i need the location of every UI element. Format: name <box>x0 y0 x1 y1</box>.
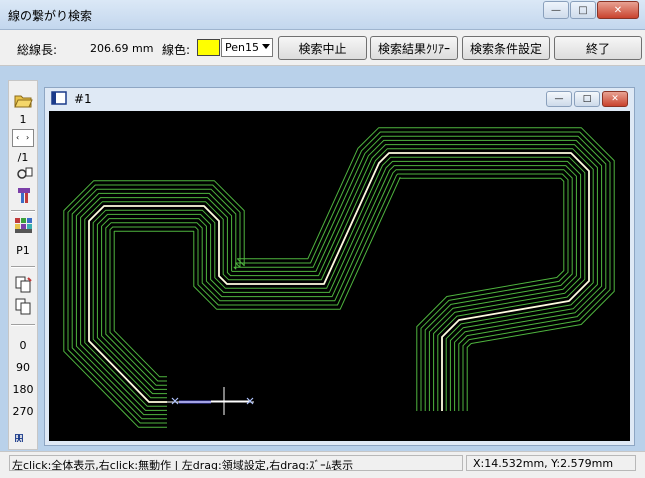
document-controls: — □ ✕ <box>546 91 628 107</box>
pcb-trace <box>75 139 603 416</box>
search-settings-button[interactable]: 検索条件設定 <box>462 36 550 60</box>
open-folder-icon[interactable] <box>14 93 33 109</box>
toolbar-divider <box>11 210 35 212</box>
stop-search-button[interactable]: 検索中止 <box>278 36 367 60</box>
color-swatch[interactable] <box>197 39 220 56</box>
pcb-trace <box>113 177 565 411</box>
toolbar-divider <box>11 266 35 268</box>
rotate-180-button[interactable]: 180 <box>9 383 37 396</box>
close-button[interactable]: ✕ <box>597 1 639 19</box>
toolbar-divider <box>11 324 35 326</box>
left-toolbar: 1 ‹ › /1 P1 0 90 180 270 R R <box>8 80 38 450</box>
trace-canvas[interactable] <box>49 111 630 441</box>
status-coordinates: X:14.532mm, Y:2.579mm <box>466 455 636 471</box>
pen-select[interactable]: Pen15 <box>221 38 273 57</box>
page-total: /1 <box>17 151 29 164</box>
svg-text:R: R <box>16 432 24 445</box>
status-hint: 左click:全体表示,右click:無動作 | 左drag:領域設定,右dra… <box>9 455 463 471</box>
total-length-label: 総線長: <box>17 43 58 57</box>
chevron-left-icon[interactable]: ‹ <box>16 133 19 142</box>
doc-close-button[interactable]: ✕ <box>602 91 628 107</box>
pcb-trace <box>101 165 577 411</box>
clear-results-button[interactable]: 検索結果ｸﾘｱｰ <box>370 36 458 60</box>
layer-select[interactable]: P1 <box>9 244 37 257</box>
search-icon[interactable] <box>15 166 33 182</box>
toolbar: 総線長: 206.69 mm 線色: Pen15 検索中止 検索結果ｸﾘｱｰ 検… <box>0 30 645 66</box>
copy-icon[interactable] <box>14 276 33 293</box>
pen-select-value: Pen15 <box>225 41 259 54</box>
pcb-trace <box>84 148 594 411</box>
document-icon <box>51 91 67 105</box>
chevron-right-icon[interactable]: › <box>26 133 29 142</box>
line-color-label: 線色: <box>162 43 191 57</box>
window-titlebar: 線の繋がり検索 — □ ✕ <box>0 0 645 30</box>
pcb-trace <box>63 127 615 428</box>
maximize-button[interactable]: □ <box>570 1 596 19</box>
document-title: #1 <box>74 92 92 106</box>
rotate-0-button[interactable]: 0 <box>9 339 37 352</box>
pcb-trace <box>67 131 611 424</box>
window-title: 線の繋がり検索 <box>8 9 93 23</box>
pcb-trace <box>92 156 586 411</box>
minimize-button[interactable]: — <box>543 1 569 19</box>
doc-minimize-button[interactable]: — <box>546 91 572 107</box>
total-length-value: 206.69 mm <box>90 42 154 55</box>
mirror-icon[interactable]: R R <box>13 431 35 445</box>
page-spinner[interactable]: ‹ › <box>12 129 34 147</box>
exit-button[interactable]: 終了 <box>554 36 642 60</box>
document-titlebar: #1 — □ ✕ <box>45 88 634 110</box>
doc-maximize-button[interactable]: □ <box>574 91 600 107</box>
chevron-down-icon <box>262 44 270 49</box>
color-grid-icon[interactable] <box>14 217 33 234</box>
page-number: 1 <box>19 113 27 126</box>
rotate-270-button[interactable]: 270 <box>9 405 37 418</box>
trace-drawing[interactable] <box>49 111 630 441</box>
status-bar: 左click:全体表示,右click:無動作 | 左drag:領域設定,右dra… <box>0 451 645 478</box>
rotate-90-button[interactable]: 90 <box>9 361 37 374</box>
paste-icon[interactable] <box>14 298 33 315</box>
probe-icon[interactable] <box>15 186 33 206</box>
window-controls: — □ ✕ <box>543 1 639 19</box>
document-window: #1 — □ ✕ <box>44 87 635 446</box>
